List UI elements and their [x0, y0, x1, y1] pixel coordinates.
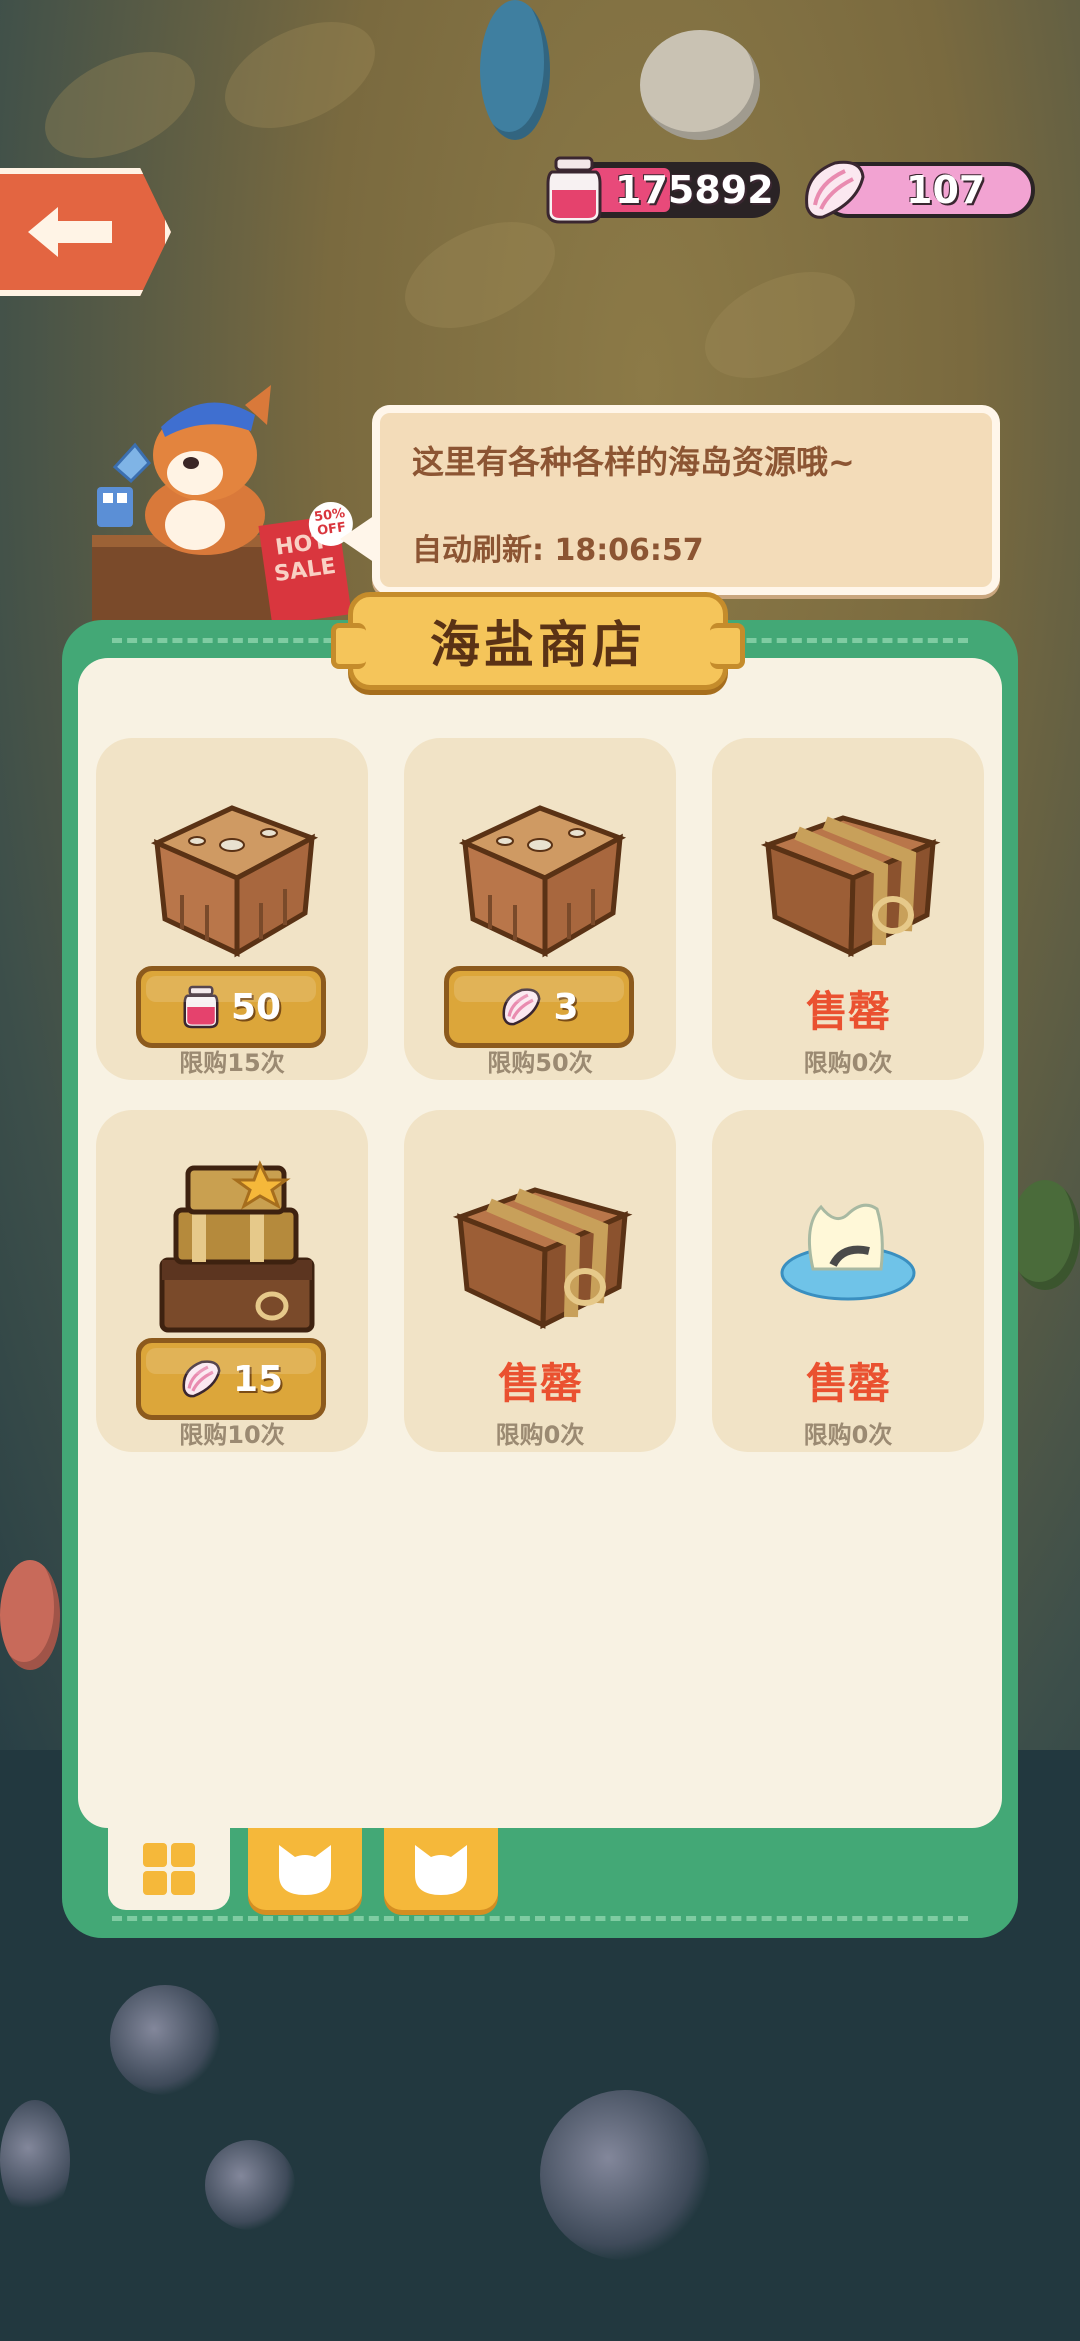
shop-title-plate: 海盐商店	[331, 592, 745, 690]
speech-bubble: 这里有各种各样的海岛资源哦~ 自动刷新: 18:06:57	[340, 405, 1000, 595]
shell-currency-value: 107	[906, 168, 986, 212]
shop-item-card[interactable]: 售罄 限购0次	[404, 1110, 676, 1452]
refresh-timer: 自动刷新: 18:06:57	[412, 533, 704, 568]
tree-decoration	[480, 0, 550, 140]
shop-item-card[interactable]: 3 限购50次	[404, 738, 676, 1080]
jam-jar-icon	[183, 985, 219, 1029]
pink-shell-icon	[182, 1360, 221, 1398]
purchase-limit: 限购0次	[803, 1421, 893, 1449]
shop-panel: 50 限购15次 3 限购50次 售罄 限购0次 15 限购10次 售罄 限购0…	[62, 592, 1018, 1938]
sold-out-label: 售罄	[805, 987, 890, 1036]
sold-out-label: 售罄	[805, 1359, 890, 1408]
cat-face-icon	[415, 1845, 467, 1895]
purchase-limit: 限购0次	[495, 1421, 585, 1449]
pink-shell-icon	[798, 152, 870, 228]
cat-face-icon	[279, 1845, 331, 1895]
wooden-crate-icon	[132, 778, 332, 968]
float-decoration	[0, 1560, 60, 1670]
shop-item-card[interactable]: 50 限购15次	[96, 738, 368, 1080]
purchase-limit: 限购50次	[487, 1049, 593, 1077]
jam-jar-icon	[538, 152, 610, 228]
price-value: 15	[232, 1358, 284, 1400]
buy-button[interactable]: 15	[136, 1338, 326, 1420]
strapped-crate-icon	[748, 778, 948, 968]
shop-title: 海盐商店	[430, 616, 646, 674]
bubble-decoration[interactable]	[110, 1985, 220, 2095]
price-value: 3	[553, 986, 579, 1028]
panel-stitching	[112, 1916, 968, 1921]
salt-puddle-icon	[748, 1150, 948, 1340]
buy-button[interactable]: 50	[136, 966, 326, 1048]
purchase-limit: 限购15次	[179, 1049, 285, 1077]
hot-sale-sign: 50% OFF HOT SALE	[258, 499, 356, 626]
tab-cat-2[interactable]	[384, 1828, 498, 1910]
jam-currency-value: 175892	[615, 168, 774, 212]
wooden-crate-icon	[440, 778, 640, 968]
strapped-crate-icon	[440, 1150, 640, 1340]
tab-all-items[interactable]	[108, 1828, 230, 1910]
bubble-decoration[interactable]	[205, 2140, 295, 2230]
shop-item-card[interactable]: 售罄 限购0次	[712, 1110, 984, 1452]
tab-cat-1[interactable]	[248, 1828, 362, 1910]
price-value: 50	[230, 986, 282, 1028]
buy-button[interactable]: 3	[444, 966, 634, 1048]
pink-shell-icon	[502, 988, 541, 1026]
shop-content: 50 限购15次 3 限购50次 售罄 限购0次 15 限购10次 售罄 限购0…	[78, 658, 1002, 1828]
shop-item-card[interactable]: 售罄 限购0次	[712, 738, 984, 1080]
bush-decoration	[1010, 1180, 1080, 1290]
speech-text: 这里有各种各样的海岛资源哦~	[412, 443, 855, 481]
shop-item-card[interactable]: 15 限购10次	[96, 1110, 368, 1452]
sold-out-label: 售罄	[497, 1359, 582, 1408]
purchase-limit: 限购10次	[179, 1421, 285, 1449]
purchase-limit: 限购0次	[803, 1049, 893, 1077]
grid-icon	[143, 1843, 195, 1895]
jam-currency-display[interactable]: 175892	[546, 156, 780, 224]
bubble-decoration[interactable]	[0, 2100, 70, 2220]
treasure-chest-stack-icon	[132, 1150, 332, 1340]
arrow-left-icon	[28, 207, 112, 257]
building-decoration	[640, 30, 760, 140]
bubble-decoration[interactable]	[540, 2090, 710, 2260]
shell-currency-display[interactable]: 107	[805, 160, 1035, 219]
back-button[interactable]	[0, 168, 171, 296]
